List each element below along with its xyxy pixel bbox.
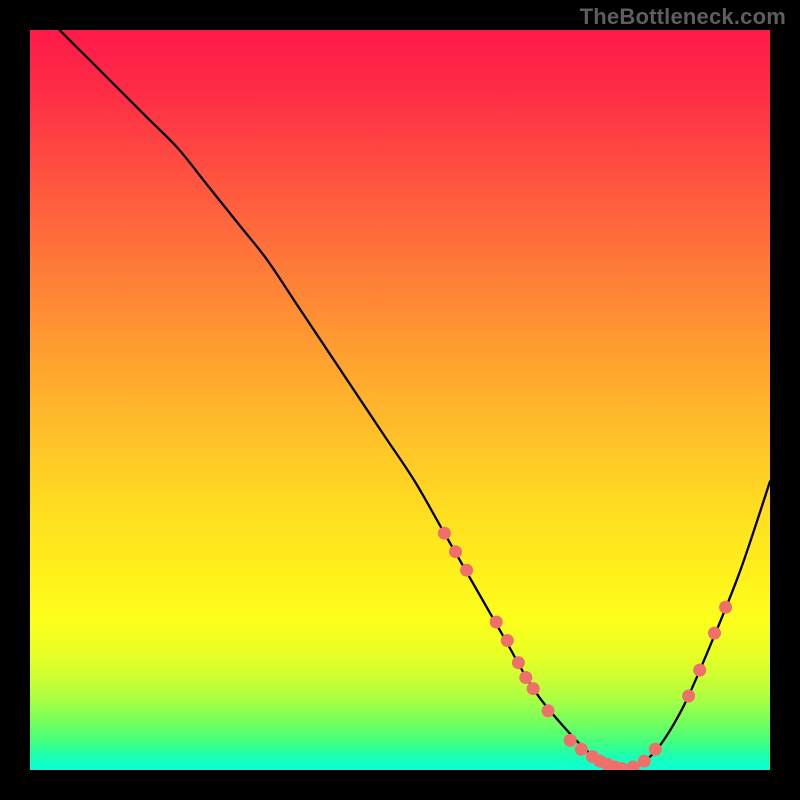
watermark-text: TheBottleneck.com: [580, 4, 786, 30]
marker-point: [519, 671, 532, 684]
marker-point: [627, 761, 640, 770]
marker-point: [575, 743, 588, 756]
marker-point: [649, 743, 662, 756]
marker-point: [564, 734, 577, 747]
marker-point: [708, 627, 721, 640]
marker-point: [501, 634, 514, 647]
marker-point: [512, 656, 525, 669]
marker-point: [438, 527, 451, 540]
plot-area: [30, 30, 770, 770]
marker-point: [490, 616, 503, 629]
marker-point: [527, 682, 540, 695]
marker-point: [542, 704, 555, 717]
marker-point: [682, 690, 695, 703]
marker-point: [460, 564, 473, 577]
marker-point: [693, 664, 706, 677]
bottleneck-curve: [60, 30, 770, 770]
marker-points: [438, 527, 732, 770]
chart-svg: [30, 30, 770, 770]
marker-point: [638, 755, 651, 768]
marker-point: [719, 601, 732, 614]
marker-point: [449, 545, 462, 558]
